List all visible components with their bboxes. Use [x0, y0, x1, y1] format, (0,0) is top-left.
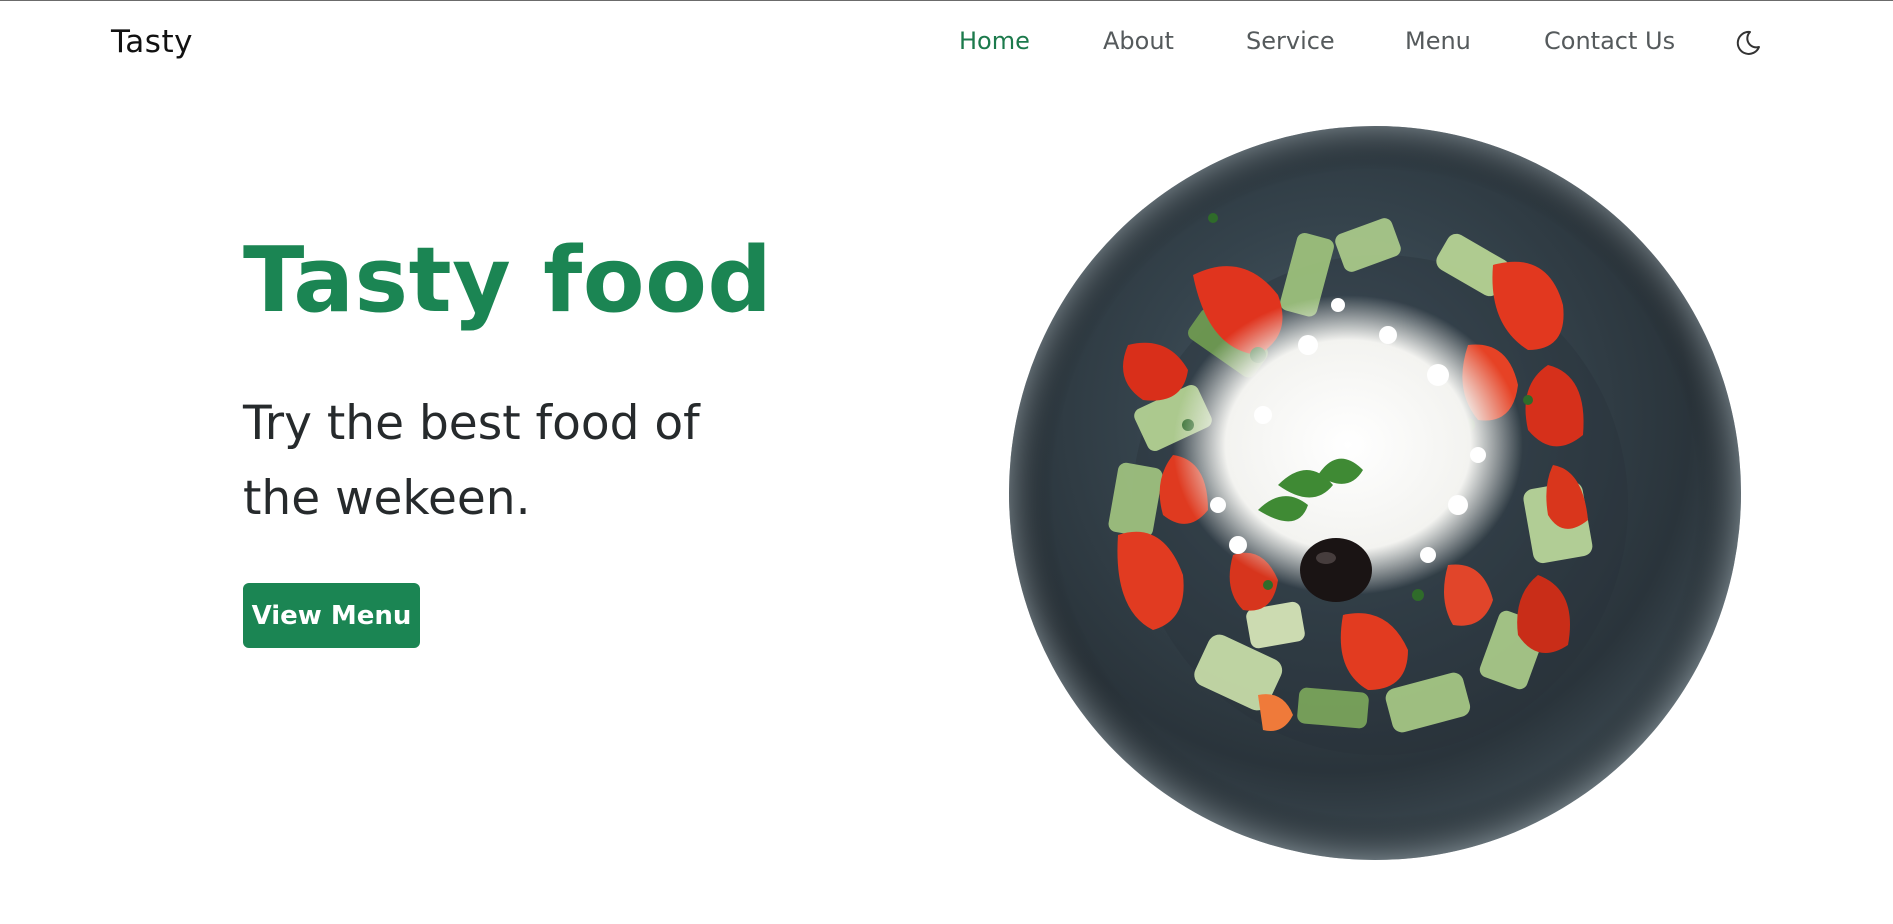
- main-nav: Home About Service Menu Contact Us: [0, 27, 1893, 61]
- hero-title: Tasty food: [243, 228, 773, 333]
- site-header: Tasty Home About Service Menu Contact Us: [0, 1, 1893, 85]
- page: Tasty Home About Service Menu Contact Us…: [0, 0, 1893, 924]
- nav-link-menu[interactable]: Menu: [1405, 27, 1471, 55]
- nav-link-service[interactable]: Service: [1246, 27, 1335, 55]
- nav-link-home[interactable]: Home: [959, 27, 1030, 55]
- moon-icon: [1736, 30, 1760, 55]
- nav-link-contact-us[interactable]: Contact Us: [1544, 27, 1675, 55]
- view-menu-button[interactable]: View Menu: [243, 583, 420, 648]
- hero-subtitle: Try the best food of the wekeen.: [243, 396, 700, 526]
- salad-plate-image: [1008, 125, 1743, 862]
- nav-link-about[interactable]: About: [1103, 27, 1174, 55]
- theme-toggle-button[interactable]: [1733, 28, 1763, 58]
